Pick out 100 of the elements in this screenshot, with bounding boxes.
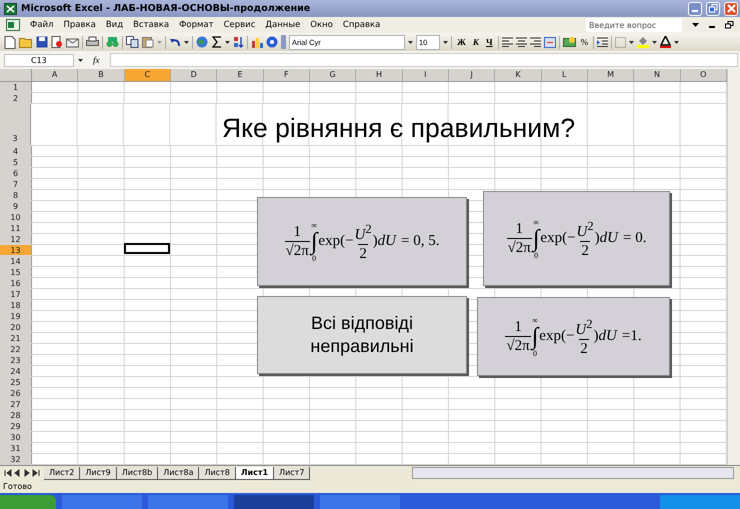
insert-function-button[interactable]: fx (87, 55, 106, 65)
underline-button[interactable]: Ч (484, 37, 495, 47)
row-header[interactable]: 1 (0, 82, 32, 92)
row-header[interactable]: 26 (0, 388, 32, 398)
dropdown-caret-icon[interactable] (443, 40, 448, 44)
help-search-field[interactable]: Введите вопрос (586, 18, 682, 32)
binoculars-icon[interactable] (106, 36, 119, 48)
save-icon[interactable] (36, 36, 48, 48)
column-header[interactable]: C (124, 69, 171, 81)
menu-item[interactable]: Вид (106, 20, 124, 30)
menu-item[interactable]: Окно (310, 20, 333, 30)
new-document-icon[interactable] (4, 36, 16, 48)
start-button[interactable] (0, 495, 56, 509)
row-header[interactable]: 7 (0, 179, 32, 189)
formula-input-field[interactable] (110, 53, 738, 67)
active-cell[interactable] (124, 243, 170, 254)
row-header[interactable]: 21 (0, 333, 32, 343)
menu-item[interactable]: Справка (342, 20, 380, 30)
row-header[interactable]: 31 (0, 443, 32, 453)
row-header[interactable]: 3 (0, 104, 31, 145)
row-header[interactable]: 27 (0, 399, 32, 409)
row-header[interactable]: 10 (0, 212, 32, 222)
dropdown-caret-icon[interactable] (225, 40, 230, 44)
column-header[interactable]: K (495, 69, 542, 81)
toolbar-grip-icon[interactable] (281, 35, 286, 49)
minimize-button[interactable] (688, 2, 702, 16)
vertical-scrollbar[interactable] (727, 69, 740, 465)
row-header[interactable]: 15 (0, 267, 32, 277)
name-box[interactable]: C13 (4, 54, 74, 66)
row-header[interactable]: 9 (0, 201, 32, 211)
menu-item[interactable]: Файл (30, 20, 54, 30)
align-left-icon[interactable] (502, 37, 513, 47)
row-header[interactable]: 16 (0, 278, 32, 288)
row-header[interactable]: 18 (0, 300, 32, 310)
column-header[interactable]: M (588, 69, 634, 81)
restore-button[interactable] (706, 2, 720, 16)
row-header[interactable]: 14 (0, 256, 32, 266)
row-header[interactable]: 20 (0, 322, 32, 332)
sigma-icon[interactable] (212, 36, 222, 48)
row-header[interactable]: 17 (0, 289, 32, 299)
sort-icon[interactable] (233, 36, 244, 48)
column-header[interactable]: D (170, 69, 218, 81)
column-header[interactable]: J (448, 69, 496, 81)
row-header[interactable]: 2 (0, 93, 32, 103)
column-header[interactable]: E (217, 69, 264, 81)
permission-icon[interactable] (51, 36, 63, 48)
globe-icon[interactable] (196, 36, 209, 48)
sheet-tab[interactable]: Лист9 (80, 466, 117, 480)
answer-button[interactable]: Всі відповіді неправильні (257, 296, 467, 374)
row-header[interactable]: 22 (0, 344, 32, 354)
align-right-icon[interactable] (530, 37, 541, 47)
row-header[interactable]: 25 (0, 377, 32, 387)
dropdown-caret-icon[interactable] (408, 40, 413, 44)
dropdown-caret-icon[interactable] (692, 23, 699, 27)
undo-icon[interactable] (169, 36, 181, 48)
row-header[interactable]: 13 (0, 245, 32, 255)
row-header[interactable]: 28 (0, 410, 32, 420)
copy-icon[interactable] (126, 36, 139, 48)
sheet-tab[interactable]: Лист2 (44, 466, 80, 480)
dropdown-caret-icon[interactable] (78, 58, 83, 62)
bar-chart-icon[interactable] (251, 36, 263, 48)
currency-icon[interactable] (562, 36, 576, 48)
row-header[interactable]: 24 (0, 366, 32, 376)
sheet-tab[interactable]: Лист8b (116, 466, 158, 480)
row-header[interactable]: 11 (0, 223, 32, 233)
row-header[interactable]: 8 (0, 190, 32, 200)
column-header[interactable]: A (32, 69, 78, 81)
row-header[interactable]: 29 (0, 421, 32, 431)
align-center-icon[interactable] (516, 37, 527, 47)
menu-item[interactable]: Данные (265, 20, 300, 30)
dropdown-caret-icon[interactable] (652, 40, 658, 44)
sheet-tab[interactable]: Лист8a (158, 466, 200, 480)
borders-icon[interactable] (615, 36, 626, 48)
close-button[interactable] (724, 2, 738, 16)
sheet-tab[interactable]: Лист8 (199, 466, 236, 480)
menu-item[interactable]: Формат (179, 20, 214, 30)
print-icon[interactable] (86, 36, 99, 48)
open-folder-icon[interactable] (19, 36, 33, 48)
sheet-tab[interactable]: Лист1 (236, 466, 274, 480)
row-header[interactable]: 30 (0, 432, 32, 442)
italic-button[interactable]: К (470, 37, 482, 47)
row-header[interactable]: 19 (0, 311, 32, 321)
dropdown-caret-icon[interactable] (184, 40, 189, 44)
column-header[interactable]: F (264, 69, 310, 81)
percent-button[interactable]: % (578, 37, 590, 47)
column-header[interactable]: N (634, 69, 681, 81)
envelope-icon[interactable] (66, 36, 79, 48)
row-header[interactable]: 4 (0, 146, 32, 156)
bold-button[interactable]: Ж (455, 37, 468, 47)
menu-item[interactable]: Сервис (224, 20, 256, 30)
row-header[interactable]: 32 (0, 454, 32, 464)
help-icon[interactable] (266, 36, 278, 48)
dropdown-caret-icon[interactable] (674, 40, 680, 44)
row-header[interactable]: 5 (0, 157, 32, 167)
sheet-tab[interactable]: Лист7 (274, 466, 310, 480)
column-header[interactable]: G (310, 69, 356, 81)
menu-item[interactable]: Правка (63, 20, 96, 30)
column-header[interactable]: H (356, 69, 403, 81)
row-header[interactable]: 12 (0, 234, 32, 244)
merge-cells-icon[interactable] (544, 36, 556, 48)
